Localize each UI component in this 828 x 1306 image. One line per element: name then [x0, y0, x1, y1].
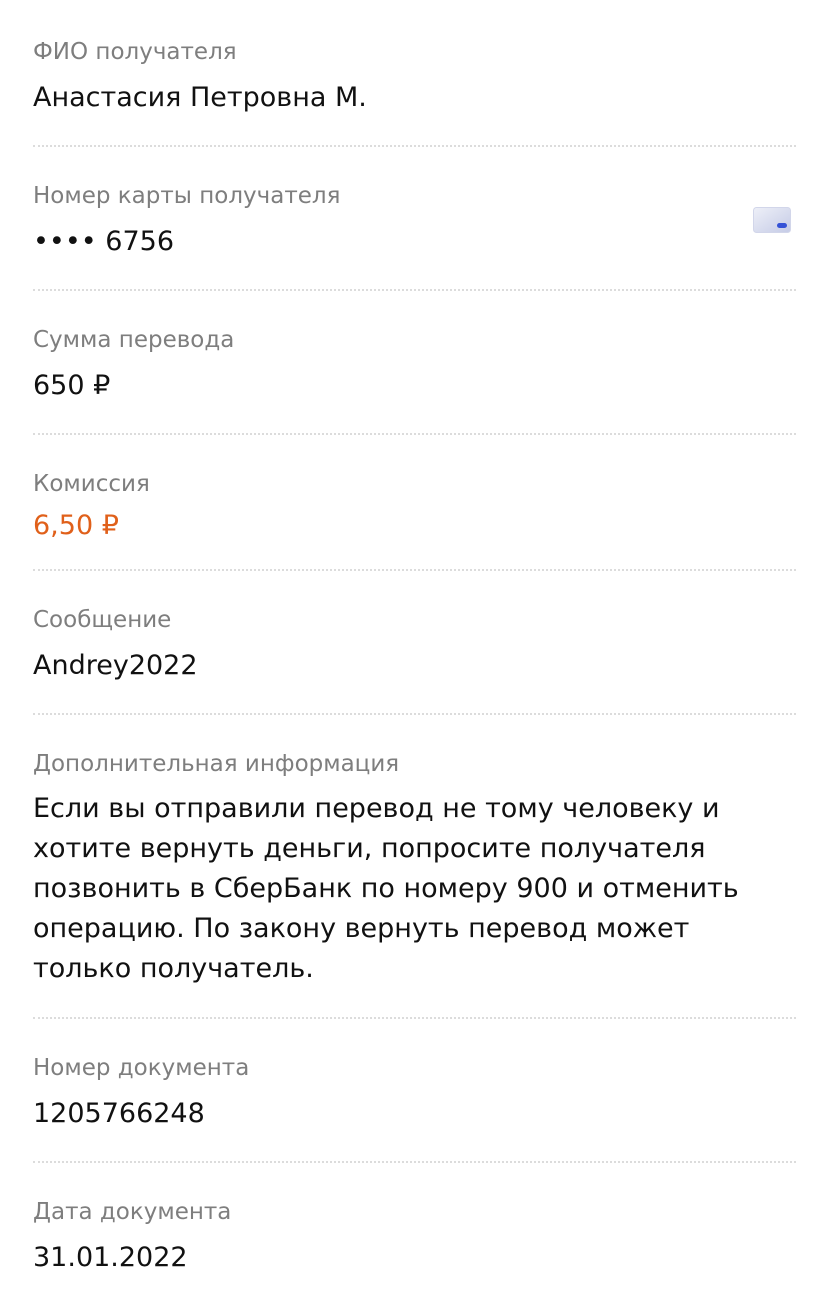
divider	[33, 1161, 796, 1163]
recipient-card-label: Номер карты получателя	[33, 183, 341, 209]
document-date-label: Дата документа	[33, 1199, 232, 1225]
commission-value: 6,50 ₽	[33, 510, 119, 541]
divider	[33, 289, 796, 291]
divider	[33, 1017, 796, 1019]
document-date-value: 31.01.2022	[33, 1242, 188, 1273]
document-number-value: 1205766248	[33, 1098, 205, 1129]
recipient-name-label: ФИО получателя	[33, 39, 237, 65]
document-number-label: Номер документа	[33, 1055, 250, 1081]
divider	[33, 433, 796, 435]
recipient-card-value: •••• 6756	[33, 226, 174, 257]
recipient-name-value: Анастасия Петровна М.	[33, 82, 367, 113]
divider	[33, 145, 796, 147]
divider	[33, 713, 796, 715]
commission-label: Комиссия	[33, 471, 150, 497]
message-value: Andrey2022	[33, 650, 198, 681]
amount-value: 650 ₽	[33, 370, 111, 401]
message-label: Сообщение	[33, 607, 172, 633]
divider	[33, 569, 796, 571]
bank-card-icon	[753, 207, 791, 233]
amount-label: Сумма перевода	[33, 327, 235, 353]
additional-info-value: Если вы отправили перевод не тому челове…	[33, 793, 739, 984]
additional-info-label: Дополнительная информация	[33, 751, 400, 777]
